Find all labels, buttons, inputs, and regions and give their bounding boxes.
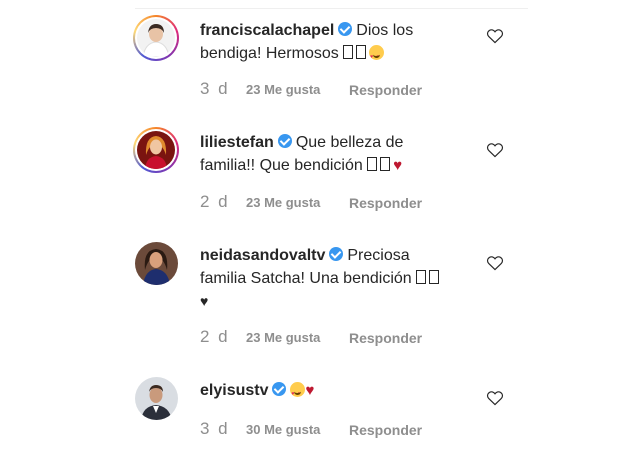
likes-count[interactable]: 23 Me gusta xyxy=(246,195,320,210)
like-heart-icon[interactable] xyxy=(486,390,504,406)
comment-text-line: familia!! Que bendición xyxy=(200,157,363,174)
comment-text: neidasandovaltv Preciosa familia Satcha! … xyxy=(200,244,480,313)
like-heart-icon[interactable] xyxy=(486,255,504,271)
missing-glyph-icon xyxy=(380,157,391,171)
comment-meta: 2 d 23 Me gusta Responder xyxy=(200,192,422,212)
missing-glyph-icon xyxy=(343,45,354,59)
red-heart-icon: ♥ xyxy=(393,157,403,174)
missing-glyph-icon xyxy=(367,157,378,171)
comment-text: elyisustv ♥ xyxy=(200,379,480,406)
comment-item: neidasandovaltv Preciosa familia Satcha! … xyxy=(0,226,621,346)
comment-text-line: Que belleza de xyxy=(295,134,404,151)
likes-count[interactable]: 23 Me gusta xyxy=(246,82,320,97)
reply-button[interactable]: Responder xyxy=(349,330,422,346)
verified-badge-icon xyxy=(272,382,287,396)
comment-text: liliestefan Que belleza de familia!! Que … xyxy=(200,131,480,177)
avatar[interactable] xyxy=(135,242,178,285)
timestamp[interactable]: 2 d xyxy=(200,327,230,346)
heart-eyes-emoji-icon xyxy=(290,382,306,406)
comment-meta: 3 d 30 Me gusta Responder xyxy=(200,419,422,439)
reply-button[interactable]: Responder xyxy=(349,422,422,438)
comment-item: franciscalachapel Dios los bendiga! Hermo… xyxy=(0,0,621,112)
missing-glyph-icon xyxy=(429,270,440,284)
comment-text-line: Dios los xyxy=(356,22,414,39)
username[interactable]: franciscalachapel xyxy=(200,22,334,39)
reply-button[interactable]: Responder xyxy=(349,82,422,98)
username[interactable]: elyisustv xyxy=(200,382,268,399)
comment-item: elyisustv ♥ 3 d 30 Me gusta Responder xyxy=(0,360,621,472)
username[interactable]: liliestefan xyxy=(200,134,274,151)
avatar[interactable] xyxy=(133,15,179,61)
timestamp[interactable]: 3 d xyxy=(200,79,230,98)
comment-text-line: Preciosa xyxy=(347,247,410,264)
like-heart-icon[interactable] xyxy=(486,142,504,158)
avatar[interactable] xyxy=(133,127,179,173)
comment-text: franciscalachapel Dios los bendiga! Hermo… xyxy=(200,19,480,69)
red-heart-icon: ♥ xyxy=(305,382,315,399)
timestamp[interactable]: 2 d xyxy=(200,192,230,211)
verified-badge-icon xyxy=(329,247,344,261)
likes-count[interactable]: 30 Me gusta xyxy=(246,422,320,437)
verified-badge-icon xyxy=(277,134,292,148)
verified-badge-icon xyxy=(338,22,353,36)
username[interactable]: neidasandovaltv xyxy=(200,247,325,264)
like-heart-icon[interactable] xyxy=(486,28,504,44)
avatar[interactable] xyxy=(135,377,178,420)
comment-item: liliestefan Que belleza de familia!! Que … xyxy=(0,113,621,225)
missing-glyph-icon xyxy=(416,270,427,284)
comment-text-line: familia Satcha! Una bendición xyxy=(200,270,412,287)
heart-eyes-emoji-icon xyxy=(369,45,385,69)
comment-meta: 2 d 23 Me gusta Responder xyxy=(200,327,422,347)
comment-meta: 3 d 23 Me gusta Responder xyxy=(200,79,422,99)
comment-text-line: bendiga! Hermosos xyxy=(200,45,339,62)
reply-button[interactable]: Responder xyxy=(349,195,422,211)
timestamp[interactable]: 3 d xyxy=(200,419,230,438)
black-heart-icon: ♥ xyxy=(200,293,209,309)
missing-glyph-icon xyxy=(356,45,367,59)
likes-count[interactable]: 23 Me gusta xyxy=(246,330,320,345)
